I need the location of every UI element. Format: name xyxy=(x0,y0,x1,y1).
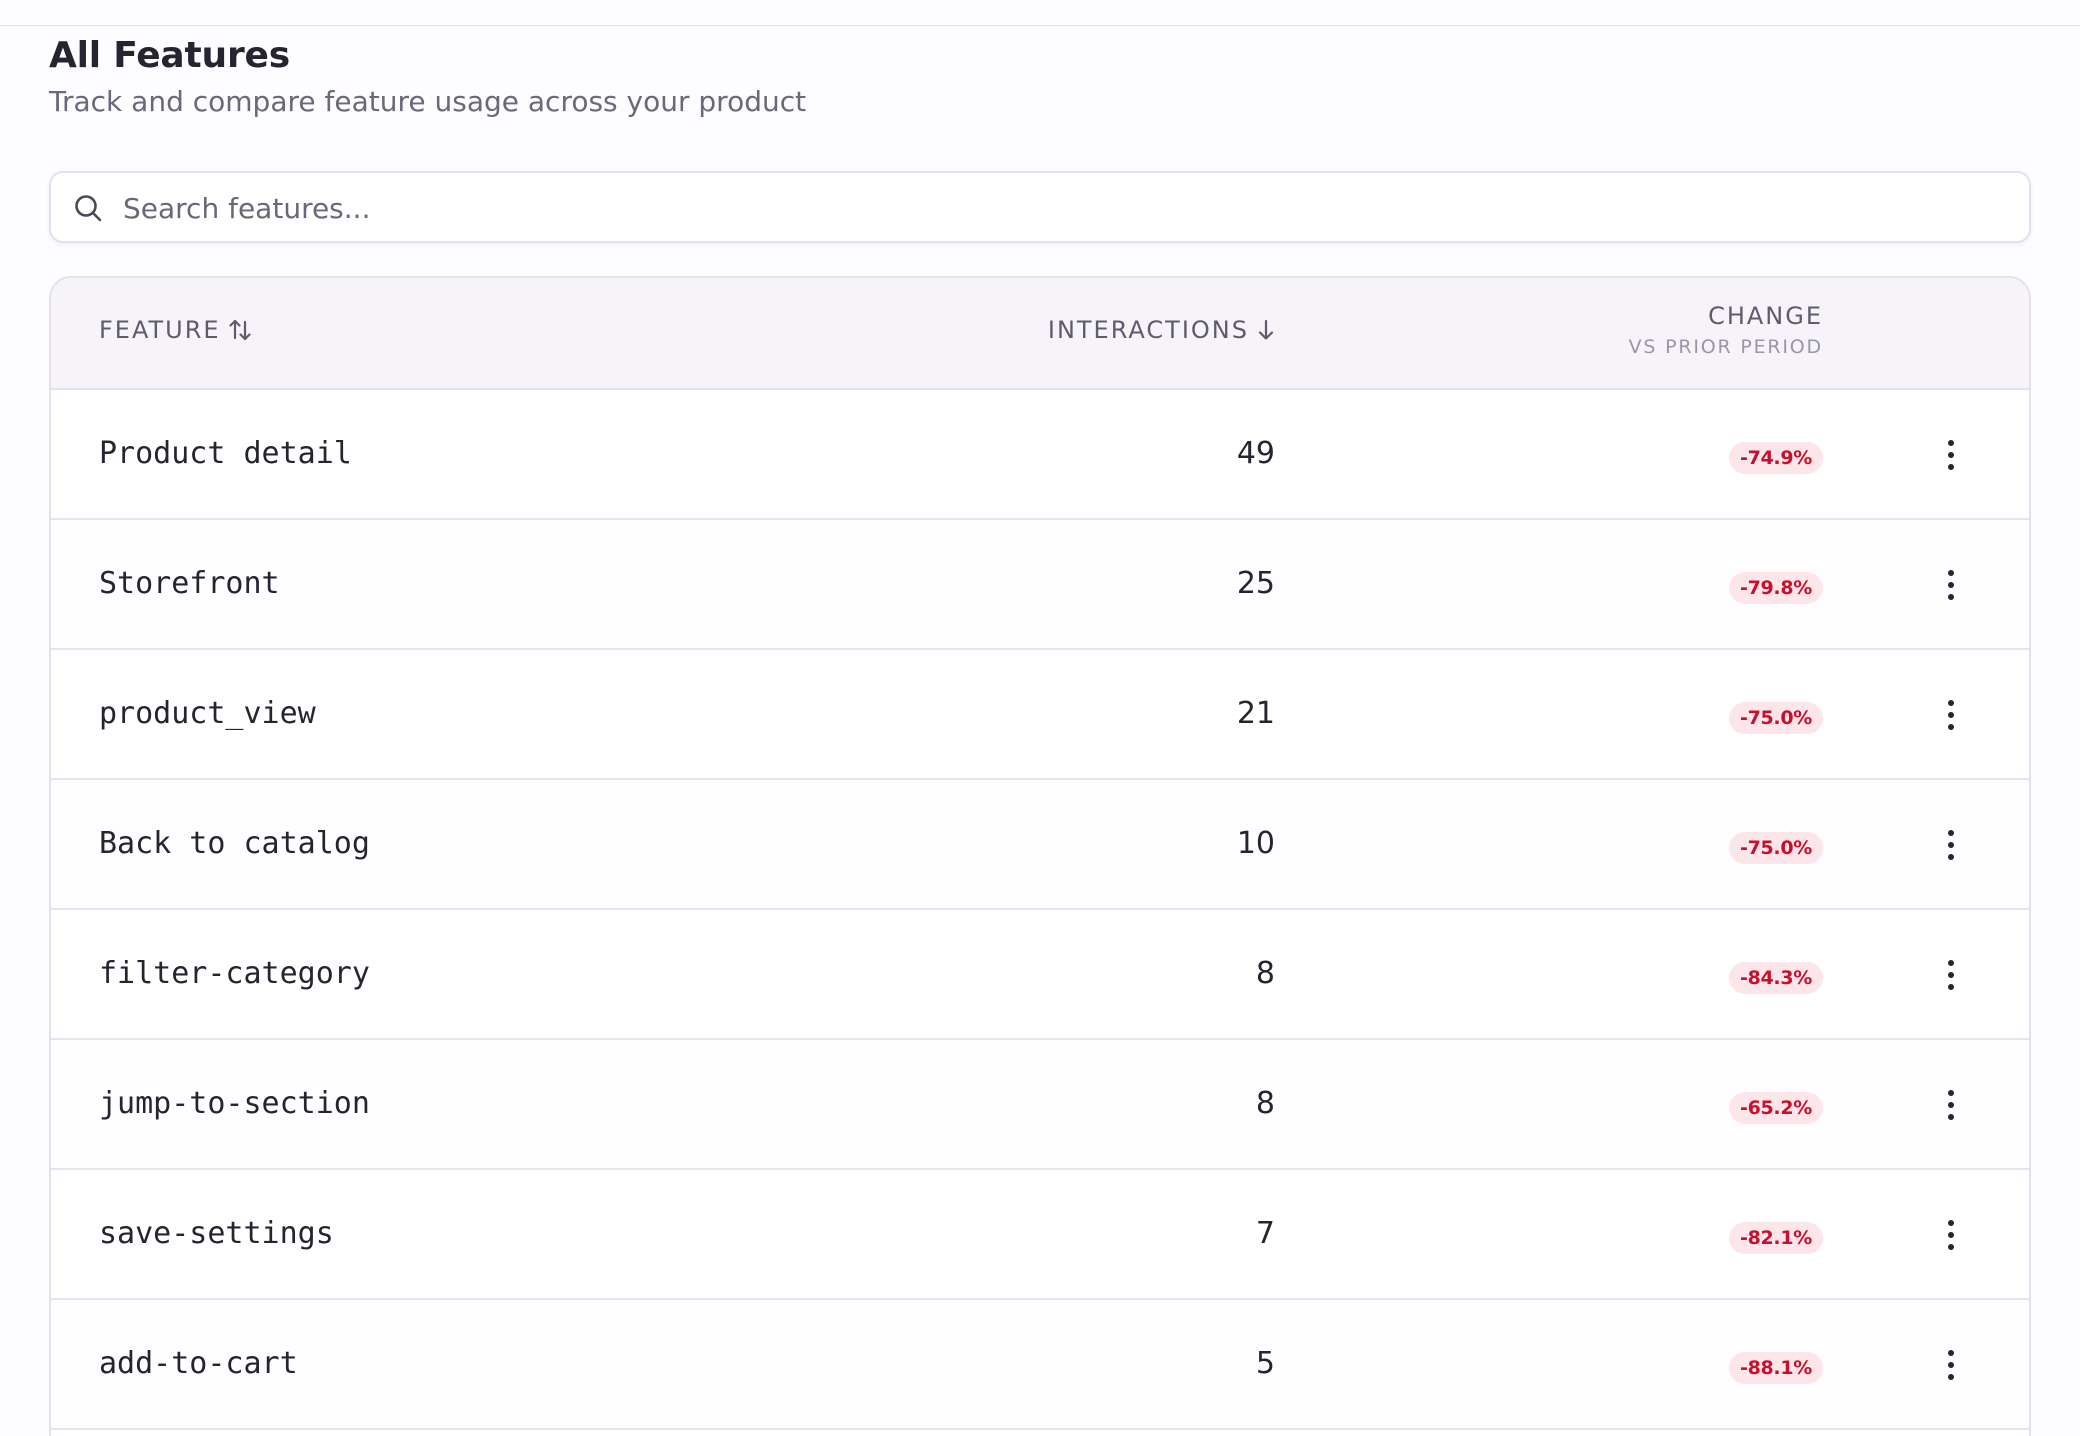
top-divider xyxy=(0,0,2080,26)
sort-descending-icon xyxy=(1258,319,1274,340)
more-options-icon[interactable] xyxy=(1939,1085,1963,1125)
column-header-interactions[interactable]: INTERACTIONS xyxy=(1048,316,1275,344)
interactions-count: 25 xyxy=(1236,566,1275,601)
change-badge: -79.8% xyxy=(1728,572,1823,604)
table-row[interactable]: Product detail 49 -74.9% xyxy=(51,390,2029,520)
sort-both-icon xyxy=(228,319,251,341)
table-header: FEATURE INTERACTIONS CHANGE VS PRIOR PER… xyxy=(51,278,2029,390)
table-body: Product detail 49 -74.9% Storefront 25 -… xyxy=(51,390,2029,1430)
change-badge: -84.3% xyxy=(1728,962,1823,994)
feature-name: Storefront xyxy=(99,566,280,601)
search-input[interactable] xyxy=(121,181,2005,235)
page-title: All Features xyxy=(49,35,290,76)
features-page: All Features Track and compare feature u… xyxy=(49,26,2031,1436)
table-row[interactable]: add-to-cart 5 -88.1% xyxy=(51,1300,2029,1430)
more-options-icon[interactable] xyxy=(1939,565,1963,605)
interactions-count: 8 xyxy=(1255,1086,1275,1121)
change-badge: -82.1% xyxy=(1728,1222,1823,1254)
interactions-count: 21 xyxy=(1236,696,1275,731)
interactions-count: 49 xyxy=(1236,436,1275,471)
change-badge: -65.2% xyxy=(1728,1092,1823,1124)
search-icon xyxy=(75,195,102,222)
column-header-feature[interactable]: FEATURE xyxy=(99,316,251,344)
table-row[interactable]: Storefront 25 -79.8% xyxy=(51,520,2029,650)
features-table: FEATURE INTERACTIONS CHANGE VS PRIOR PER… xyxy=(49,276,2031,1436)
interactions-count: 5 xyxy=(1255,1346,1275,1381)
column-header-change[interactable]: CHANGE VS PRIOR PERIOD xyxy=(1629,302,1823,358)
change-badge: -88.1% xyxy=(1728,1352,1823,1384)
column-header-interactions-label: INTERACTIONS xyxy=(1047,316,1249,344)
table-row[interactable]: filter-category 8 -84.3% xyxy=(51,910,2029,1040)
column-header-feature-label: FEATURE xyxy=(99,316,221,344)
feature-name: Back to catalog xyxy=(99,826,370,861)
more-options-icon[interactable] xyxy=(1939,435,1963,475)
table-row[interactable]: Back to catalog 10 -75.0% xyxy=(51,780,2029,910)
table-row[interactable]: save-settings 7 -82.1% xyxy=(51,1170,2029,1300)
change-badge: -75.0% xyxy=(1728,702,1823,734)
more-options-icon[interactable] xyxy=(1939,955,1963,995)
more-options-icon[interactable] xyxy=(1939,825,1963,865)
feature-name: add-to-cart xyxy=(99,1346,298,1381)
table-row[interactable]: jump-to-section 8 -65.2% xyxy=(51,1040,2029,1170)
interactions-count: 10 xyxy=(1236,826,1275,861)
feature-name: filter-category xyxy=(99,956,370,991)
more-options-icon[interactable] xyxy=(1939,1215,1963,1255)
feature-name: jump-to-section xyxy=(99,1086,370,1121)
more-options-icon[interactable] xyxy=(1939,1345,1963,1385)
feature-name: Product detail xyxy=(99,436,352,471)
more-options-icon[interactable] xyxy=(1939,695,1963,735)
table-row[interactable]: product_view 21 -75.0% xyxy=(51,650,2029,780)
column-header-change-sublabel: VS PRIOR PERIOD xyxy=(1628,336,1823,358)
interactions-count: 8 xyxy=(1255,956,1275,991)
change-badge: -74.9% xyxy=(1728,442,1823,474)
interactions-count: 7 xyxy=(1255,1216,1275,1251)
feature-name: product_view xyxy=(99,696,316,731)
change-badge: -75.0% xyxy=(1728,832,1823,864)
column-header-change-label: CHANGE xyxy=(1708,302,1823,330)
page-subtitle: Track and compare feature usage across y… xyxy=(49,85,807,118)
feature-name: save-settings xyxy=(99,1216,334,1251)
search-bar[interactable] xyxy=(49,171,2031,243)
